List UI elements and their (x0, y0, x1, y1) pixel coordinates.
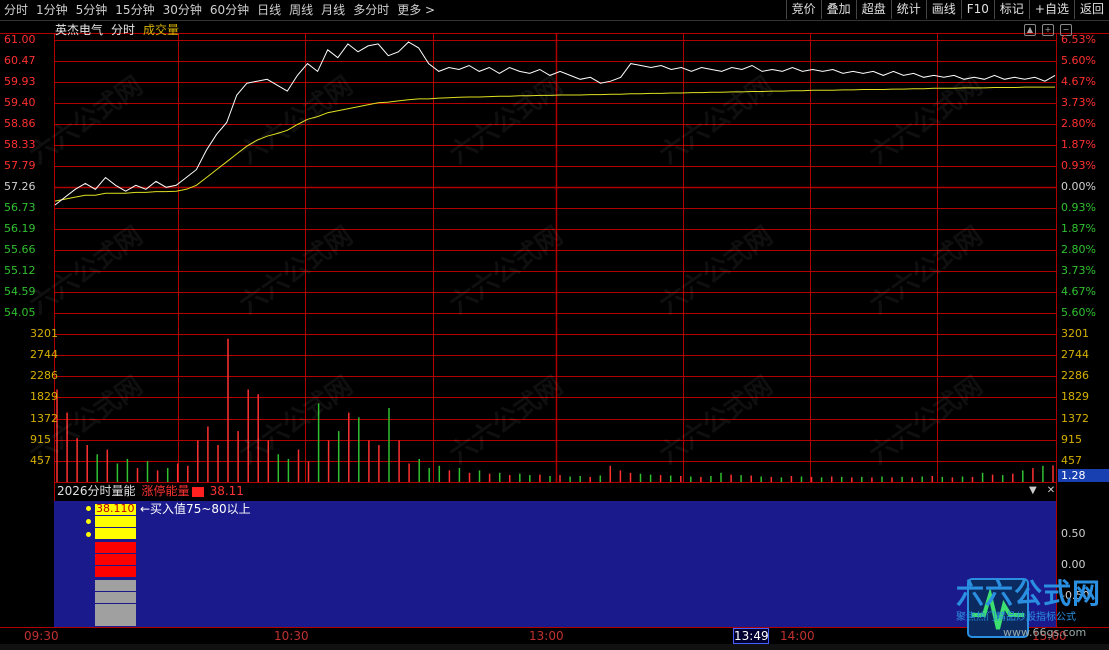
chart-mode: 分时 (111, 23, 136, 37)
volume-tick-label: 915 (30, 432, 51, 446)
logo-url: www.66gs.com (1003, 626, 1087, 639)
price-tick-label: 59.40 (4, 96, 36, 109)
price-tick-label: 54.05 (4, 306, 36, 319)
volume-tick-label: 2286 (1061, 369, 1089, 383)
marker-dot (86, 506, 91, 511)
price-tick-label: 58.86 (4, 117, 36, 130)
current-volume-tag: 1.28 (1058, 469, 1109, 482)
volume-label: 成交量 (143, 23, 180, 37)
volume-tick-label: 457 (30, 453, 51, 467)
percent-tick-label: 5.60% (1061, 54, 1096, 67)
current-time-marker: 13:49 (733, 628, 769, 644)
close-icon[interactable]: ✕ (1047, 485, 1055, 496)
price-tick-label: 55.66 (4, 243, 36, 256)
dropdown-icon[interactable]: ▼ (1029, 485, 1037, 496)
time-label: 09:30 (24, 629, 59, 643)
indicator-value: 38.11 (209, 484, 244, 498)
indicator-controls: ▼ ✕ (1029, 485, 1055, 496)
price-tick-label: 61.00 (4, 33, 36, 46)
percent-tick-label: 1.87% (1061, 222, 1096, 235)
time-label: 13:00 (529, 629, 564, 643)
price-tick-label: 60.47 (4, 54, 36, 67)
chart-vertical-grid (178, 34, 938, 482)
percent-tick-label: 2.80% (1061, 117, 1096, 130)
price-tick-label: 54.59 (4, 285, 36, 298)
energy-block (95, 592, 136, 603)
logo-subtitle: 聚焦热门精品炒股指标公式 (956, 612, 1076, 623)
price-tick-label: 58.33 (4, 138, 36, 151)
energy-block (95, 554, 136, 565)
volume-tick-label: 2744 (1061, 348, 1089, 362)
percent-tick-label: 6.53% (1061, 33, 1096, 46)
percent-tick-label: 2.80% (1061, 243, 1096, 256)
energy-block (95, 516, 136, 527)
volume-tick-label: 3201 (30, 327, 58, 340)
percent-tick-label: 0.93% (1061, 159, 1096, 172)
indicator-header: 2026分时量能 涨停能量 38.11 (57, 484, 244, 498)
volume-tick-label: 1372 (1061, 411, 1089, 425)
percent-tick-label: 3.73% (1061, 96, 1096, 109)
volume-tick-label: 3201 (1061, 327, 1089, 340)
energy-block (95, 604, 136, 626)
volume-tick-label: 1829 (1061, 390, 1089, 404)
price-tick-label: 59.93 (4, 75, 36, 88)
percent-tick-label: 1.87% (1061, 138, 1096, 151)
stock-name: 英杰电气 (55, 23, 104, 37)
percent-tick-label: 3.73% (1061, 264, 1096, 277)
indicator-name[interactable]: 2026分时量能 (57, 484, 136, 498)
volume-tick-label: 915 (1061, 432, 1082, 446)
energy-block (95, 528, 136, 539)
marker-dot (86, 519, 91, 524)
price-tick-label: 57.79 (4, 159, 36, 172)
volume-tick-label: 1372 (30, 411, 58, 425)
volume-tick-label: 1829 (30, 390, 58, 404)
price-line (54, 41, 1056, 206)
indicator-axis-label: 0.50 (1061, 527, 1086, 540)
energy-block (95, 580, 136, 591)
marker-dot (86, 532, 91, 537)
percent-tick-label: 4.67% (1061, 285, 1096, 298)
zoom-in-icon[interactable]: + (1042, 24, 1054, 36)
time-label: 10:30 (274, 629, 309, 643)
up-arrow-icon[interactable]: ▲ (1024, 24, 1036, 36)
average-price-line (54, 86, 1055, 202)
percent-tick-label: 5.60% (1061, 306, 1096, 319)
logo-title: 六六公式网 (956, 577, 1102, 610)
volume-tick-label: 457 (1061, 453, 1082, 467)
buy-threshold-note: ←买入值75~80以上 (140, 502, 251, 516)
energy-block (95, 542, 136, 553)
volume-bars (56, 338, 1054, 482)
percent-tick-label: 0.93% (1061, 201, 1096, 214)
energy-block (95, 566, 136, 577)
volume-tick-label: 2286 (30, 369, 58, 383)
time-label: 14:00 (780, 629, 815, 643)
percent-tick-label: 0.00% (1061, 180, 1096, 193)
energy-swatch-icon (191, 486, 204, 497)
chart-header: 英杰电气 分时 成交量 (55, 21, 179, 39)
status-strip (0, 644, 1109, 650)
indicator-axis-label: 0.00 (1061, 558, 1086, 571)
indicator-sub-label: 涨停能量 (142, 484, 204, 498)
volume-tick-label: 2744 (30, 348, 58, 362)
price-tick-label: 56.19 (4, 222, 36, 235)
price-tick-label: 55.12 (4, 264, 36, 277)
price-tick-label: 56.73 (4, 201, 36, 214)
energy-value-label: 38.110 (96, 502, 135, 515)
percent-tick-label: 4.67% (1061, 75, 1096, 88)
price-tick-label: 57.26 (4, 180, 36, 193)
